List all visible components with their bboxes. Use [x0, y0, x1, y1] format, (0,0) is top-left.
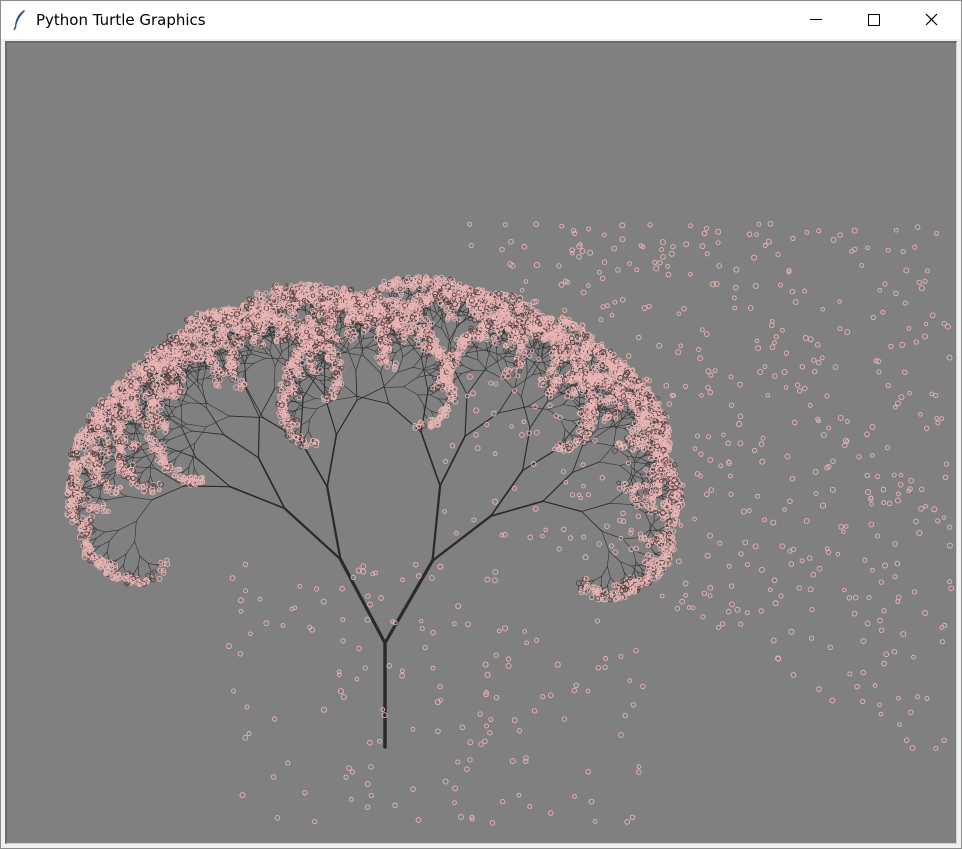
turtle-canvas[interactable] — [7, 43, 957, 844]
minimize-icon — [810, 19, 822, 20]
window-title: Python Turtle Graphics — [36, 11, 206, 29]
title-bar[interactable]: Python Turtle Graphics — [1, 1, 961, 39]
minimize-button[interactable] — [787, 1, 845, 39]
maximize-icon — [868, 14, 880, 26]
turtle-graphics-window: Python Turtle Graphics — [0, 0, 962, 849]
maximize-button[interactable] — [845, 1, 903, 39]
feather-icon — [11, 9, 29, 31]
close-button[interactable] — [903, 1, 961, 39]
close-icon — [925, 13, 938, 26]
blossoms — [64, 220, 955, 826]
turtle-canvas-frame[interactable] — [5, 41, 957, 844]
